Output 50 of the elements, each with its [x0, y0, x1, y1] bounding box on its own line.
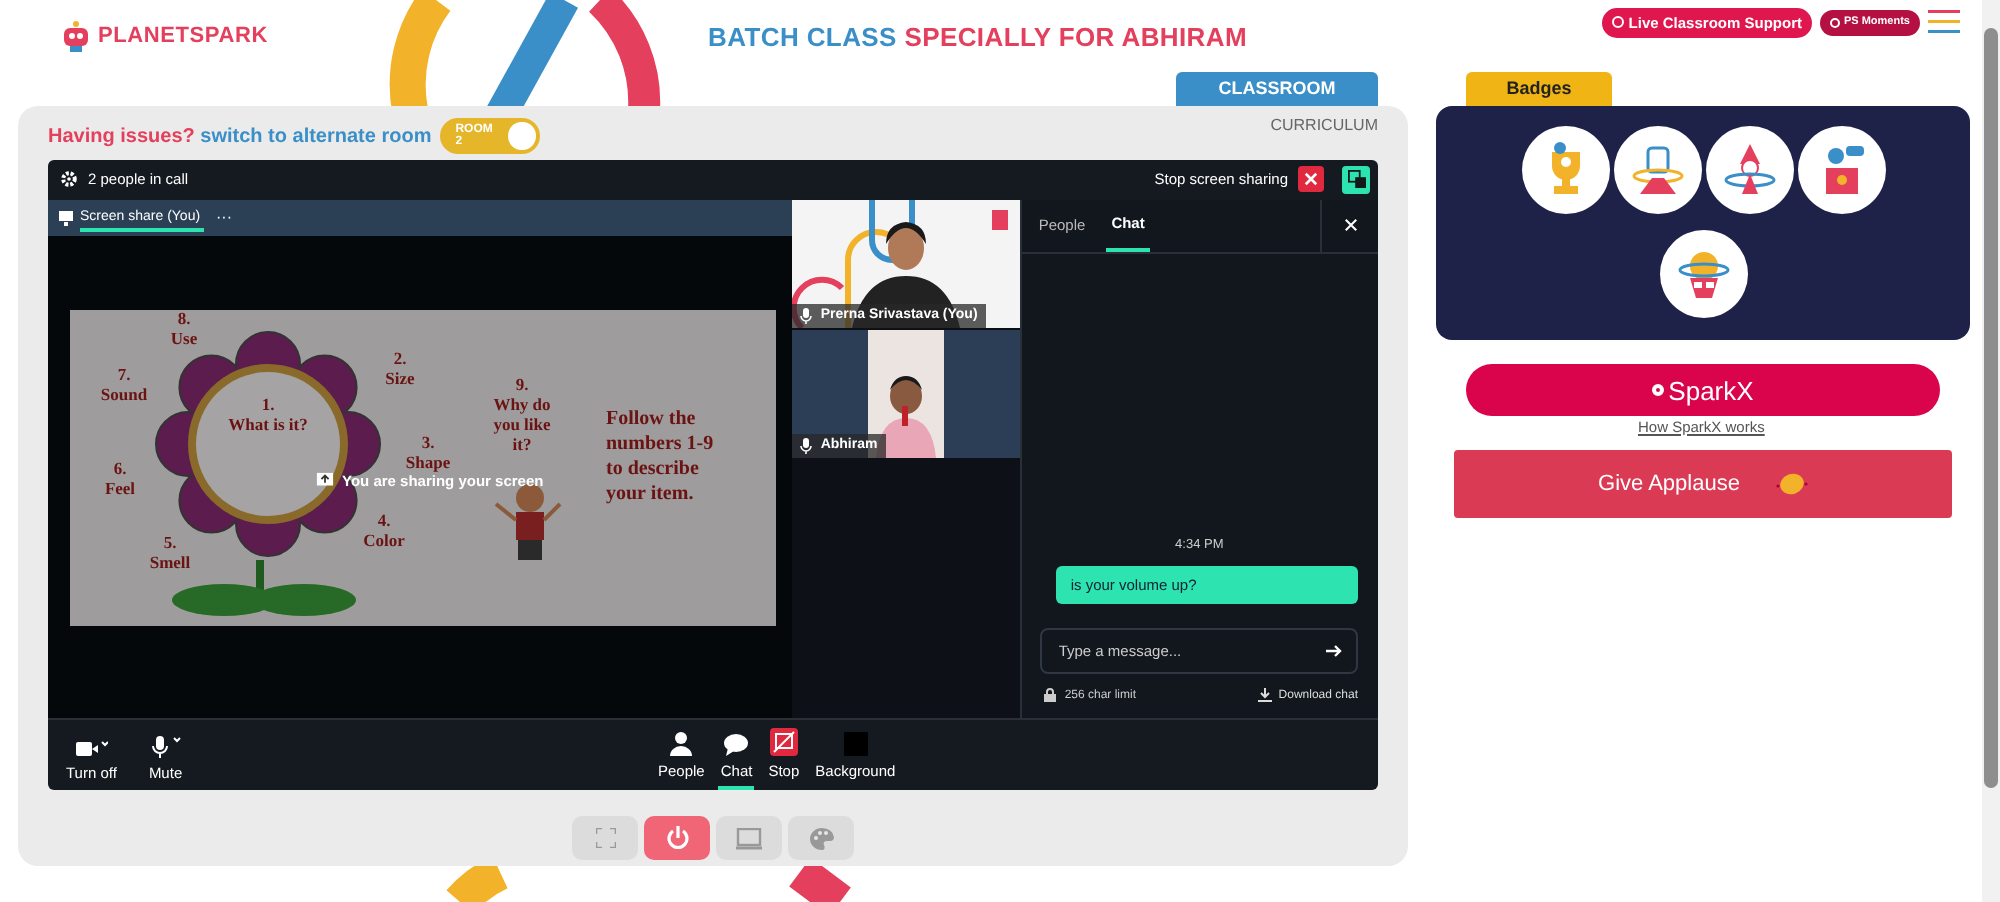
stop-sharing-button[interactable]	[1298, 166, 1324, 193]
badges-tab[interactable]: Badges	[1466, 72, 1612, 106]
fullscreen-icon	[595, 828, 615, 848]
stop-share-icon	[769, 728, 798, 757]
menu-icon[interactable]	[1928, 8, 1960, 36]
power-icon	[665, 826, 689, 850]
boy-figure-drawing	[494, 483, 562, 560]
person-icon	[670, 732, 693, 757]
brain-badge-icon[interactable]	[1659, 230, 1747, 318]
close-icon[interactable]	[1343, 218, 1357, 233]
slide-label: 9. Why do you like it?	[493, 373, 551, 454]
windows-icon	[1347, 170, 1365, 189]
classroom-tab[interactable]: CLASSROOM	[1176, 72, 1378, 106]
monitor-icon	[58, 209, 74, 226]
brand-logo[interactable]: PLANETSPARK	[98, 24, 268, 48]
camera-icon	[75, 740, 108, 759]
send-icon[interactable]	[1326, 644, 1342, 659]
give-applause-button[interactable]: Give Applause	[1454, 450, 1952, 518]
scrollbar[interactable]	[1982, 0, 2000, 902]
slide-label: 8. Use	[170, 309, 198, 348]
power-button[interactable]	[644, 816, 710, 860]
sparkx-button[interactable]: SparkX	[1466, 364, 1940, 416]
layout-button[interactable]	[1342, 165, 1370, 194]
curriculum-tab[interactable]: CURRICULUM	[1270, 116, 1378, 134]
laptop-icon	[736, 827, 762, 849]
slide-instruction: Follow the numbers 1-9 to describe your item.	[606, 407, 714, 505]
background-icon	[843, 732, 868, 757]
close-icon	[1304, 172, 1318, 187]
slide-label: 2. Size	[385, 347, 415, 388]
slide-label: 3. Shape	[405, 431, 451, 472]
slide-label: 5. Smell	[149, 531, 191, 572]
slide-label: 1. What is it?	[228, 393, 308, 434]
clapping-hands-icon	[1775, 472, 1808, 496]
microphone-icon	[800, 307, 813, 324]
microphone-icon	[149, 736, 182, 759]
chat-bubble-icon	[724, 734, 749, 757]
trophy-badge-icon[interactable]	[1521, 126, 1609, 214]
palette-icon	[809, 827, 833, 849]
slide-label: 6. Feel	[104, 457, 136, 498]
podium-badge-icon[interactable]	[1797, 126, 1885, 214]
page-title: BATCH CLASS SPECIALLY FOR ABHIRAM	[708, 21, 1248, 51]
issue-message: Having issues? switch to alternate room	[48, 125, 432, 147]
more-icon[interactable]: ···	[216, 207, 232, 226]
lock-icon	[1044, 688, 1057, 703]
robot-logo-icon	[60, 20, 92, 52]
settings-icon[interactable]	[60, 170, 78, 189]
microphone-icon	[800, 437, 813, 454]
slide-label: 4. Color	[363, 509, 405, 550]
slide-label: 7. Sound	[100, 363, 148, 404]
download-icon	[1258, 688, 1273, 703]
